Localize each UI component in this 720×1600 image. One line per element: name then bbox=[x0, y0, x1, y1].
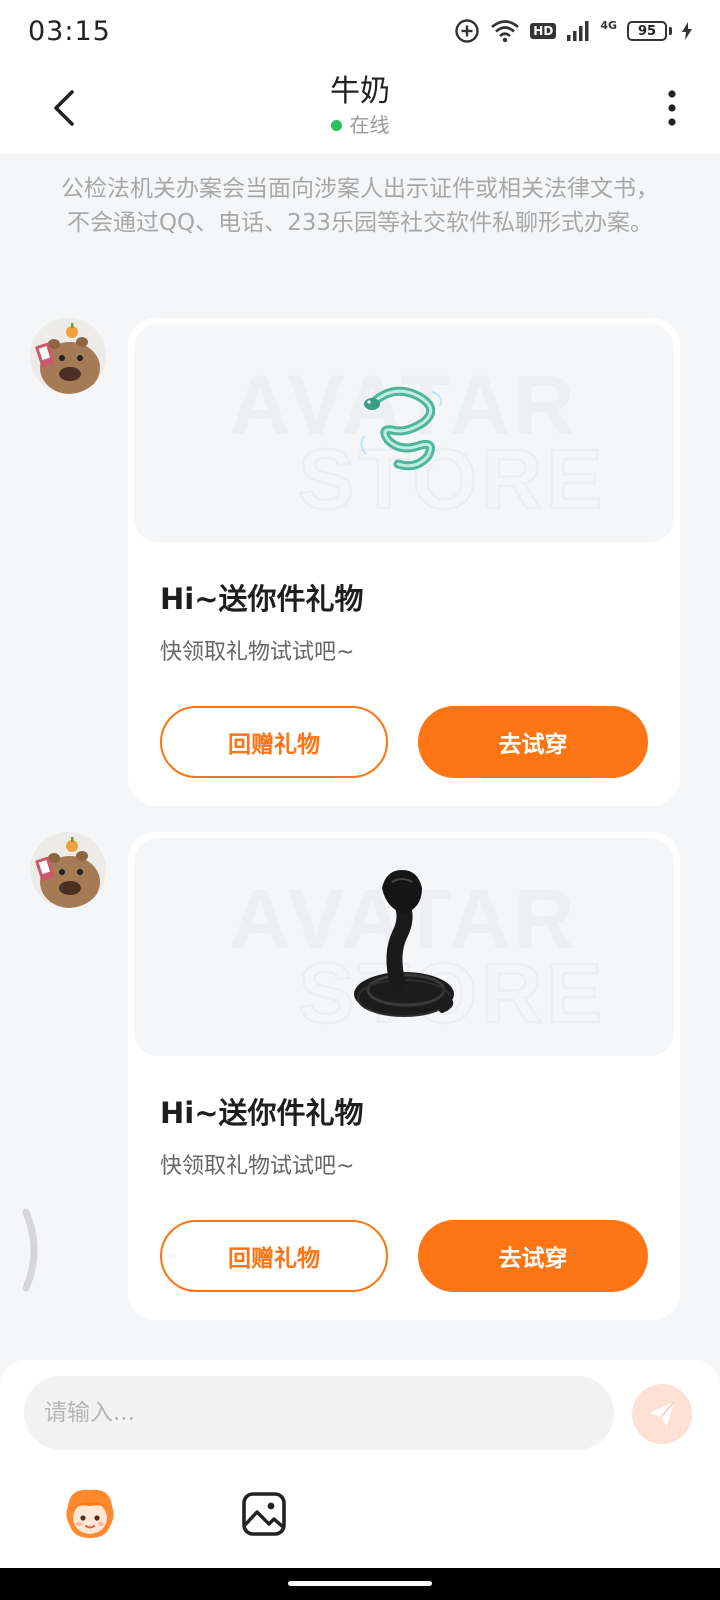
teal-serpent-gift-icon bbox=[360, 386, 442, 471]
contact-name: 牛奶 bbox=[330, 74, 390, 109]
online-status: 在线 bbox=[330, 112, 390, 138]
more-vertical-icon bbox=[668, 90, 676, 126]
avatar-emoji-icon bbox=[66, 1489, 114, 1538]
image-icon bbox=[242, 1492, 286, 1536]
try-on-button[interactable]: 去试穿 bbox=[418, 706, 648, 778]
try-on-button[interactable]: 去试穿 bbox=[418, 1220, 648, 1292]
battery-tip bbox=[669, 27, 672, 35]
gift-image-banner: AVATAR STORE bbox=[134, 324, 674, 542]
more-options-button[interactable] bbox=[654, 84, 690, 132]
wifi-icon bbox=[490, 19, 520, 43]
chat-header: 牛奶 在线 bbox=[0, 62, 720, 154]
gift-card: AVATAR STORE Hi~送你件礼物 快领取礼物试试吧~ 回赠礼物 去试穿 bbox=[128, 318, 680, 806]
send-button[interactable] bbox=[632, 1384, 692, 1444]
black-cobra-gift-icon bbox=[354, 870, 454, 1017]
home-indicator[interactable] bbox=[288, 1581, 432, 1586]
safety-notice: 公检法机关办案会当面向涉案人出示证件或相关法律文书，不会通过QQ、电话、233乐… bbox=[61, 176, 659, 236]
image-button[interactable] bbox=[232, 1482, 296, 1546]
handle-arc-icon bbox=[22, 1208, 38, 1292]
system-nav-bar bbox=[0, 1568, 720, 1600]
return-gift-button[interactable]: 回赠礼物 bbox=[160, 1220, 388, 1292]
input-panel bbox=[0, 1360, 720, 1568]
return-gift-button[interactable]: 回赠礼物 bbox=[160, 706, 388, 778]
capybara-avatar-icon bbox=[30, 318, 106, 394]
gift-title: Hi~送你件礼物 bbox=[160, 1096, 364, 1130]
gift-image-banner: AVATAR STORE bbox=[134, 838, 674, 1056]
status-time: 03:15 bbox=[28, 15, 111, 47]
avatar-emoji-button[interactable] bbox=[58, 1482, 122, 1546]
battery-level: 95 bbox=[627, 21, 667, 41]
battery-icon: 95 bbox=[627, 21, 672, 41]
signal-icon bbox=[566, 20, 590, 42]
sender-avatar[interactable] bbox=[30, 318, 106, 394]
charging-icon bbox=[682, 22, 692, 40]
status-bar: 03:15 HD 4G 95 bbox=[0, 0, 720, 62]
gift-subtitle: 快领取礼物试试吧~ bbox=[160, 1154, 355, 1179]
hd-icon: HD bbox=[530, 23, 557, 39]
side-drag-handle[interactable] bbox=[20, 1208, 44, 1292]
sender-avatar[interactable] bbox=[30, 832, 106, 908]
gift-title: Hi~送你件礼物 bbox=[160, 582, 364, 616]
send-icon bbox=[650, 1401, 675, 1426]
status-icons: HD 4G 95 bbox=[454, 18, 692, 44]
online-status-label: 在线 bbox=[349, 113, 390, 137]
gift-subtitle: 快领取礼物试试吧~ bbox=[160, 640, 355, 665]
capybara-avatar-icon bbox=[30, 832, 106, 908]
network-type-label: 4G bbox=[600, 18, 617, 32]
gift-card: AVATAR STORE Hi~送你件礼物 快领取礼物试试吧~ 回赠礼物 去试穿 bbox=[128, 832, 680, 1320]
message-input[interactable] bbox=[24, 1376, 614, 1450]
header-center: 牛奶 在线 bbox=[0, 72, 720, 138]
add-circle-icon bbox=[454, 18, 480, 44]
online-dot-icon bbox=[330, 119, 342, 131]
